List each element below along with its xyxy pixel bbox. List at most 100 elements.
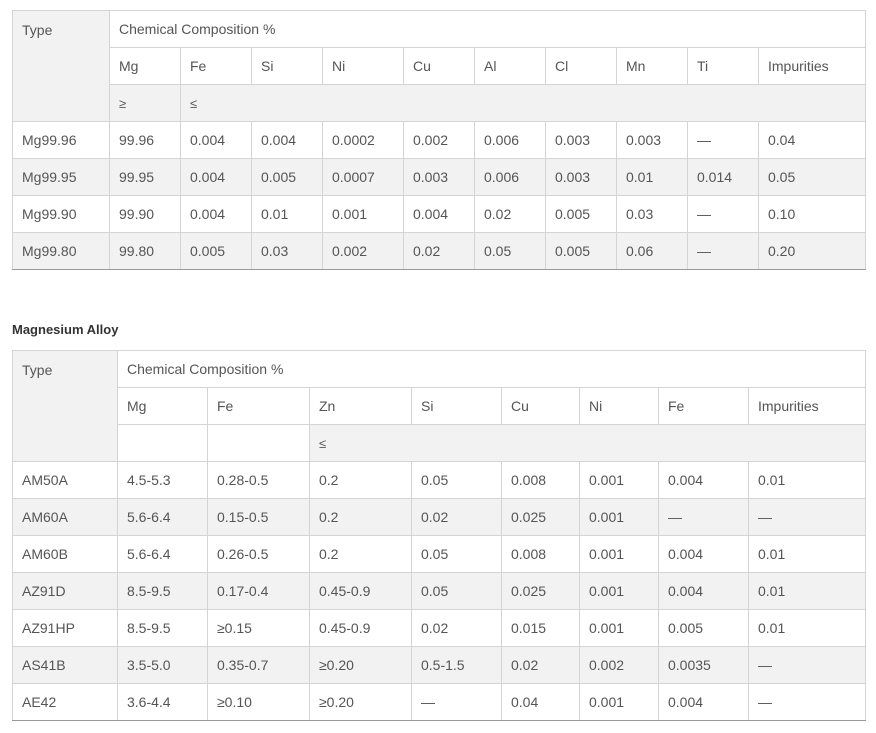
table1-min-symbol: ≥ [109, 84, 181, 122]
table1-column-header: Mg [109, 47, 181, 85]
row-type-cell: Mg99.96 [12, 121, 110, 159]
value-cell: 0.002 [403, 121, 475, 159]
value-cell: 0.0035 [658, 646, 749, 684]
table1-column-header: Ti [687, 47, 759, 85]
magnesium-alloy-composition-table: Type Chemical Composition % Mg Fe Zn Si Cu Ni… [12, 350, 867, 721]
value-cell: 0.05 [411, 535, 502, 573]
value-cell: 0.01 [747, 609, 867, 647]
row-type-cell: AZ91HP [12, 609, 118, 647]
value-cell: 0.025 [501, 572, 580, 610]
table2-group-header: Chemical Composition % [116, 350, 867, 388]
value-cell: 0.001 [579, 609, 659, 647]
value-cell: ≥0.10 [207, 683, 310, 721]
table-row: AZ91D 8.5-9.5 0.17-0.4 0.45-0.9 0.05 0.025 0.0… [12, 572, 867, 610]
value-cell: 0.003 [545, 121, 617, 159]
table1-group-header: Chemical Composition % [109, 10, 866, 48]
value-cell: 0.04 [758, 121, 866, 159]
table2-column-header: Cu [501, 387, 580, 425]
table1-column-header: Fe [180, 47, 252, 85]
value-cell: 0.004 [403, 195, 475, 233]
row-type-cell: Mg99.90 [12, 195, 110, 233]
value-cell: 0.002 [579, 646, 659, 684]
table1-column-header: Al [474, 47, 546, 85]
table1-column-header: Mn [616, 47, 688, 85]
value-cell: 0.06 [616, 232, 688, 270]
value-cell: 0.005 [180, 232, 252, 270]
value-cell: 0.001 [322, 195, 404, 233]
table-row: Mg99.95 99.95 0.004 0.005 0.0007 0.003 0.006 0.… [12, 158, 866, 196]
row-type-cell: Mg99.95 [12, 158, 110, 196]
table-row: AM50A 4.5-5.3 0.28-0.5 0.2 0.05 0.008 0.001 0.0… [12, 461, 867, 499]
table2-limit-blank [117, 424, 208, 462]
value-cell: 0.001 [579, 572, 659, 610]
table2-column-header: Si [411, 387, 502, 425]
value-cell: 0.003 [616, 121, 688, 159]
value-cell: 0.004 [180, 195, 252, 233]
value-cell: 0.004 [658, 535, 749, 573]
table1-element-header-row: Mg Fe Si Ni Cu Al Cl Mn Ti Impurities [13, 47, 866, 85]
value-cell: — [658, 498, 749, 536]
row-type-cell: AZ91D [12, 572, 118, 610]
table2-header-row: Type Chemical Composition % [12, 350, 867, 462]
value-cell: — [747, 646, 867, 684]
value-cell: 0.05 [474, 232, 546, 270]
value-cell: 0.03 [616, 195, 688, 233]
value-cell: 0.05 [411, 572, 502, 610]
value-cell: 0.2 [309, 461, 412, 499]
value-cell: 0.025 [501, 498, 580, 536]
table-row: AS41B 3.5-5.0 0.35-0.7 ≥0.20 0.5-1.5 0.02 0.00… [12, 646, 867, 684]
value-cell: 0.35-0.7 [207, 646, 310, 684]
value-cell: 0.26-0.5 [207, 535, 310, 573]
value-cell: 0.015 [501, 609, 580, 647]
value-cell: 0.001 [579, 683, 659, 721]
value-cell: 0.004 [180, 158, 252, 196]
value-cell: 0.005 [545, 195, 617, 233]
table2-type-header: Type [12, 350, 118, 462]
value-cell: 0.004 [251, 121, 323, 159]
value-cell: 0.02 [474, 195, 546, 233]
table-row: AM60A 5.6-6.4 0.15-0.5 0.2 0.02 0.025 0.001— — [12, 498, 867, 536]
value-cell: 0.02 [403, 232, 475, 270]
value-cell: 0.03 [251, 232, 323, 270]
table-row: AE42 3.6-4.4 ≥0.10 ≥0.20—0.04 0.001 0.004— [12, 683, 867, 721]
table2-limit-blank [207, 424, 310, 462]
value-cell: 0.002 [322, 232, 404, 270]
value-cell: 0.01 [747, 572, 867, 610]
value-cell: 5.6-6.4 [117, 498, 208, 536]
value-cell: 0.15-0.5 [207, 498, 310, 536]
value-cell: 0.004 [658, 683, 749, 721]
value-cell: — [687, 121, 759, 159]
table2-column-header: Fe [207, 387, 310, 425]
value-cell: 0.003 [403, 158, 475, 196]
table2-column-header: Zn [309, 387, 412, 425]
table1-column-header: Si [251, 47, 323, 85]
table1-column-header: Cl [545, 47, 617, 85]
value-cell: 0.10 [758, 195, 866, 233]
table-row: Mg99.96 99.96 0.004 0.004 0.0002 0.002 0.006 0.… [12, 121, 866, 159]
value-cell: 0.006 [474, 158, 546, 196]
value-cell: 0.001 [579, 461, 659, 499]
value-cell: ≥0.20 [309, 683, 412, 721]
value-cell: 0.004 [658, 461, 749, 499]
value-cell: 0.003 [545, 158, 617, 196]
value-cell: 0.17-0.4 [207, 572, 310, 610]
value-cell: 0.20 [758, 232, 866, 270]
table-row: Mg99.80 99.80 0.005 0.03 0.002 0.02 0.05 0.005 0… [12, 232, 866, 270]
value-cell: 0.004 [658, 572, 749, 610]
value-cell: 0.45-0.9 [309, 572, 412, 610]
value-cell: 8.5-9.5 [117, 572, 208, 610]
table1-column-header: Impurities [758, 47, 866, 85]
table2-max-symbol: ≤ [308, 424, 867, 462]
value-cell: 99.80 [109, 232, 181, 270]
value-cell: 8.5-9.5 [117, 609, 208, 647]
value-cell: 0.2 [309, 498, 412, 536]
value-cell: 3.5-5.0 [117, 646, 208, 684]
value-cell: 0.5-1.5 [411, 646, 502, 684]
value-cell: 0.008 [501, 535, 580, 573]
value-cell: 0.05 [758, 158, 866, 196]
value-cell: 99.90 [109, 195, 181, 233]
value-cell: 99.96 [109, 121, 181, 159]
table2-element-header-row: Mg Fe Zn Si Cu Ni Fe Impurities [13, 387, 867, 425]
value-cell: 0.01 [616, 158, 688, 196]
value-cell: 99.95 [109, 158, 181, 196]
